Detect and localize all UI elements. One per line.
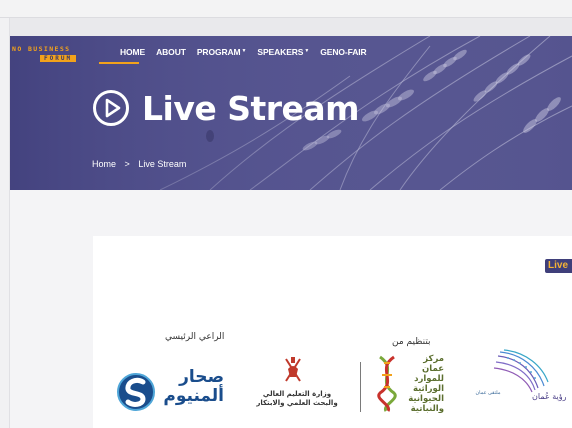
browser-top-bar xyxy=(0,0,572,18)
ministry-logo-text: وزارة التعليم العالي والبحث العلمي والاب… xyxy=(256,390,338,407)
breadcrumb: Home > Live Stream xyxy=(92,159,186,169)
sohar-logo-text: صحار ألمنيوم xyxy=(163,367,224,406)
left-scroll-strip xyxy=(0,18,10,428)
chevron-down-icon: ▼ xyxy=(241,48,247,54)
logo-text-top: NO BUSINESS xyxy=(12,45,71,53)
breadcrumb-current: Live Stream xyxy=(138,159,187,169)
organizer-label: بتنظيم من xyxy=(392,337,431,347)
chevron-down-icon: ▼ xyxy=(304,48,310,54)
logo-text-bottom: FORUM xyxy=(40,55,77,62)
nav-home[interactable]: HOME xyxy=(120,47,145,63)
genetic-resources-center-text: مركز عمان للموارد الوراثية الحيوانية وال… xyxy=(408,354,444,414)
nav-about[interactable]: ABOUT xyxy=(156,47,186,63)
genetic-resources-center-logo[interactable] xyxy=(372,355,402,413)
page-title-block: Live Stream xyxy=(92,88,360,128)
site-logo[interactable]: NO BUSINESS FORUM xyxy=(12,45,110,67)
play-circle-icon xyxy=(93,90,129,126)
live-badge: Live xyxy=(545,259,572,273)
nav-active-underline xyxy=(99,62,139,64)
oman-emblem-icon[interactable] xyxy=(278,355,308,385)
nav-geno-fair[interactable]: GENO-FAIR xyxy=(320,47,366,63)
breadcrumb-separator: > xyxy=(124,159,130,169)
main-sponsor-label: الراعي الرئيسي xyxy=(165,332,225,342)
logo-divider xyxy=(360,362,361,412)
oman-vision-text: رؤية عُمان xyxy=(532,392,567,401)
breadcrumb-home-link[interactable]: Home xyxy=(92,159,116,169)
page-title: Live Stream xyxy=(142,88,360,128)
nav-speakers[interactable]: SPEAKERS▼ xyxy=(257,47,309,63)
nav-program[interactable]: PROGRAM▼ xyxy=(197,47,247,63)
main-nav: HOME ABOUT PROGRAM▼ SPEAKERS▼ GENO-FAIR xyxy=(120,47,378,63)
hero-banner: NO BUSINESS FORUM HOME ABOUT PROGRAM▼ SP… xyxy=(10,36,572,190)
